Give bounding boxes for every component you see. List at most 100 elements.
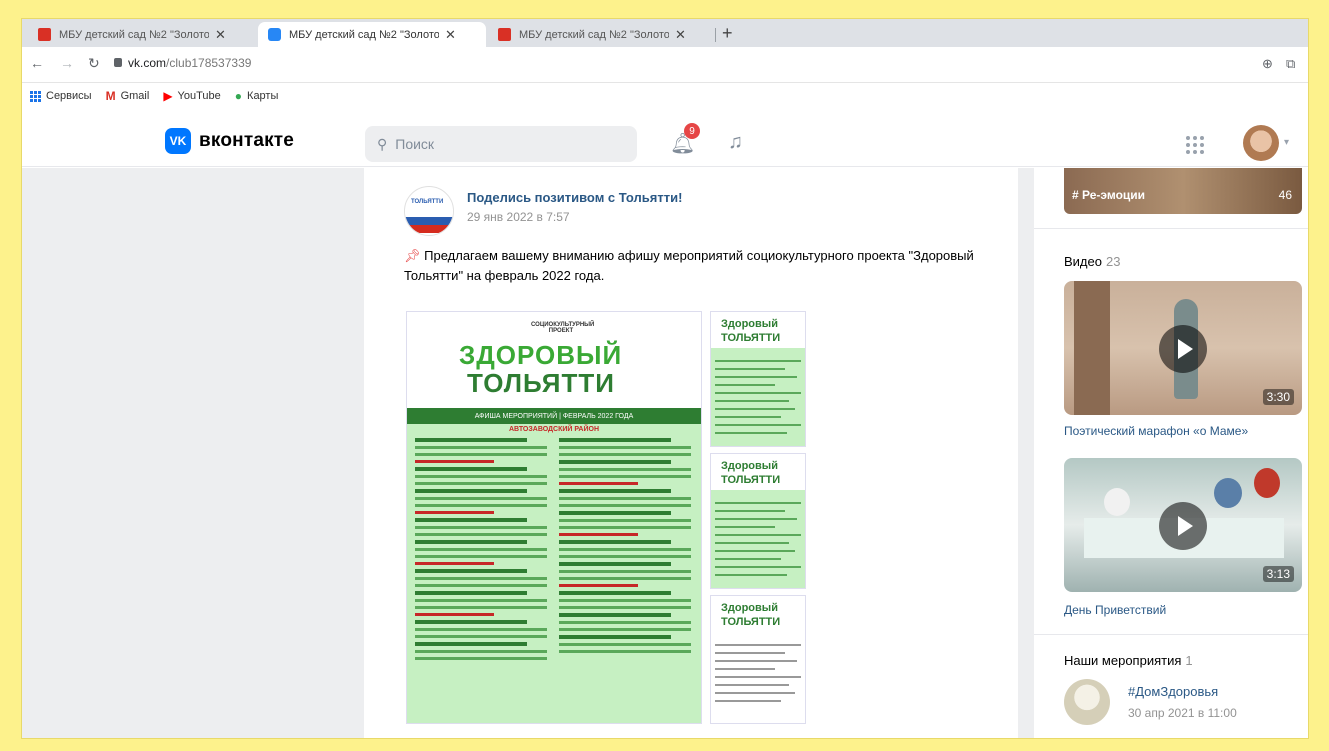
poster-column-left [415,438,547,664]
tab-title: МБУ детский сад №2 "Золотой [519,28,669,41]
wall-post: ТОЛЬЯТТИ Поделись позитивом с Тольятти! … [364,168,1018,738]
bookmark-services[interactable]: Сервисы [30,90,92,102]
post-text: 📌︎ Предлагаем вашему вниманию афишу меро… [404,246,974,286]
search-placeholder: Поиск [395,136,435,152]
site-favicon-icon [38,28,51,41]
play-icon[interactable] [1159,502,1207,550]
zoom-icon[interactable]: ⊕ [1262,56,1273,72]
events-count: 1 [1185,653,1193,668]
vk-logo-text: вконтакте [199,130,295,151]
poster-district: АВТОЗАВОДСКИЙ РАЙОН [508,426,600,433]
video-duration: 3:13 [1262,566,1294,582]
poster-column-right [559,438,691,657]
thumb-title-line2: ТОЛЬЯТТИ [721,332,781,344]
bookmark-gmail[interactable]: M Gmail [106,89,150,103]
poster-banner: АФИША МЕРОПРИЯТИЙ | ФЕВРАЛЬ 2022 ГОДА [407,408,701,424]
youtube-icon: ▶ [163,89,173,103]
poster-title-line1: ЗДОРОВЫЙ [459,340,623,370]
video-thumbnail[interactable]: 3:30 [1064,281,1302,415]
address-bar[interactable]: vk.com/club178537339 [128,56,251,70]
back-icon[interactable]: ← [30,55,44,71]
lock-icon [114,58,122,67]
browser-tab-strip: МБУ детский сад №2 "Золотой ✕ МБУ детски… [22,19,1308,47]
browser-tab-active[interactable]: МБУ детский сад №2 "Золотой ✕ [258,22,486,47]
thumb-title-line1: Здоровый [721,460,778,472]
apps-menu-icon[interactable] [1186,136,1204,154]
video-thumbnail[interactable]: 3:13 [1064,458,1302,592]
bookmark-label: Карты [247,90,279,102]
vk-favicon-icon [268,28,281,41]
thumb-title-line2: ТОЛЬЯТТИ [721,474,781,486]
post-attachment-thumb[interactable]: Здоровый ТОЛЬЯТТИ [710,453,806,589]
forward-icon[interactable]: → [60,55,74,71]
site-favicon-icon [498,28,511,41]
poster-header: СОЦИОКУЛЬТУРНЫЙ ПРОЕКТ ЗДОРОВЫЙ ТОЛЬЯТТИ [407,312,701,408]
videos-count: 23 [1105,254,1121,269]
poster-subtitle: СОЦИОКУЛЬТУРНЫЙ ПРОЕКТ [531,322,595,334]
search-input[interactable]: ⚲ Поиск [365,126,637,162]
bookmark-label: Сервисы [46,90,92,102]
play-icon[interactable] [1159,325,1207,373]
vk-logo[interactable]: VK вконтакте [165,128,294,154]
bookmark-maps[interactable]: ● Карты [235,89,279,103]
post-poster-image[interactable]: СОЦИОКУЛЬТУРНЫЙ ПРОЕКТ ЗДОРОВЫЙ ТОЛЬЯТТИ… [406,311,702,724]
post-author-name[interactable]: Поделись позитивом с Тольятти! [467,190,682,205]
reload-icon[interactable]: ↻ [88,55,100,72]
event-name[interactable]: #ДомЗдоровья [1128,684,1218,699]
events-label: Наши мероприятия [1064,653,1182,668]
photo-album-count: 46 [1278,188,1292,202]
thumb-title-line1: Здоровый [721,318,778,330]
community-sidebar: # Ре-эмоции 46 Видео 23 3:30 Поэтический … [1034,168,1308,738]
bookmark-label: Gmail [120,90,150,102]
thumb-title-line2: ТОЛЬЯТТИ [721,616,781,628]
divider [1034,634,1308,635]
post-author-avatar[interactable]: ТОЛЬЯТТИ [404,186,454,236]
tab-divider [715,28,716,42]
post-date[interactable]: 29 янв 2022 в 7:57 [467,210,570,224]
events-header[interactable]: Наши мероприятия 1 [1064,653,1193,668]
url-host: vk.com [128,56,167,70]
chevron-down-icon[interactable]: ▾ [1284,137,1289,148]
browser-tab[interactable]: МБУ детский сад №2 "Золотой ✕ [488,22,714,47]
post-attachment-thumb[interactable]: Здоровый ТОЛЬЯТТИ [710,311,806,447]
photo-album-tag: # Ре-эмоции [1072,188,1146,202]
video-title[interactable]: Поэтический марафон «о Маме» [1064,424,1248,438]
apps-grid-icon [30,90,41,102]
video-title[interactable]: День Приветствий [1064,603,1166,617]
share-icon[interactable]: ⧉ [1286,56,1295,72]
screenshot-frame: МБУ детский сад №2 "Золотой ✕ МБУ детски… [21,18,1309,739]
maps-pin-icon: ● [234,89,243,103]
bookmarks-bar: Сервисы M Gmail ▶ YouTube ● Карты [22,83,1308,109]
user-avatar[interactable] [1243,125,1279,161]
photo-album-cover[interactable]: # Ре-эмоции 46 [1064,168,1302,214]
event-date: 30 апр 2021 в 11:00 [1128,706,1237,720]
tab-title: МБУ детский сад №2 "Золотой [289,28,439,41]
divider [1034,228,1308,229]
page-content: ТОЛЬЯТТИ Поделись позитивом с Тольятти! … [22,168,1308,738]
url-path: /club178537339 [166,56,252,70]
browser-tab[interactable]: МБУ детский сад №2 "Золотой ✕ [28,22,254,47]
vk-header: VK вконтакте ⚲ Поиск 🔔︎ 9 ♫ ▾ [22,109,1308,167]
avatar-logo-text: ТОЛЬЯТТИ [411,199,444,205]
new-tab-icon[interactable]: + [722,23,733,44]
video-duration: 3:30 [1262,389,1294,405]
event-avatar[interactable] [1064,679,1110,725]
browser-toolbar: ← → ↻ vk.com/club178537339 ⊕ ⧉ [22,47,1308,83]
videos-header[interactable]: Видео 23 [1064,254,1120,269]
bookmark-youtube[interactable]: ▶ YouTube [163,89,220,103]
bookmark-label: YouTube [177,90,221,102]
vk-logo-icon: VK [165,128,191,154]
post-attachment-thumb[interactable]: Здоровый ТОЛЬЯТТИ [710,595,806,724]
pushpin-icon: 📌︎ [404,248,421,263]
close-tab-icon[interactable]: ✕ [445,27,456,43]
close-tab-icon[interactable]: ✕ [215,27,226,43]
close-tab-icon[interactable]: ✕ [675,27,686,43]
music-icon[interactable]: ♫ [728,131,743,154]
videos-label: Видео [1064,254,1102,269]
search-icon: ⚲ [377,135,388,152]
thumb-title-line1: Здоровый [721,602,778,614]
post-body-text: Предлагаем вашему вниманию афишу меропри… [404,248,974,283]
gmail-icon: M [105,89,116,103]
poster-title-line2: ТОЛЬЯТТИ [467,368,615,398]
tab-title: МБУ детский сад №2 "Золотой [59,28,209,41]
